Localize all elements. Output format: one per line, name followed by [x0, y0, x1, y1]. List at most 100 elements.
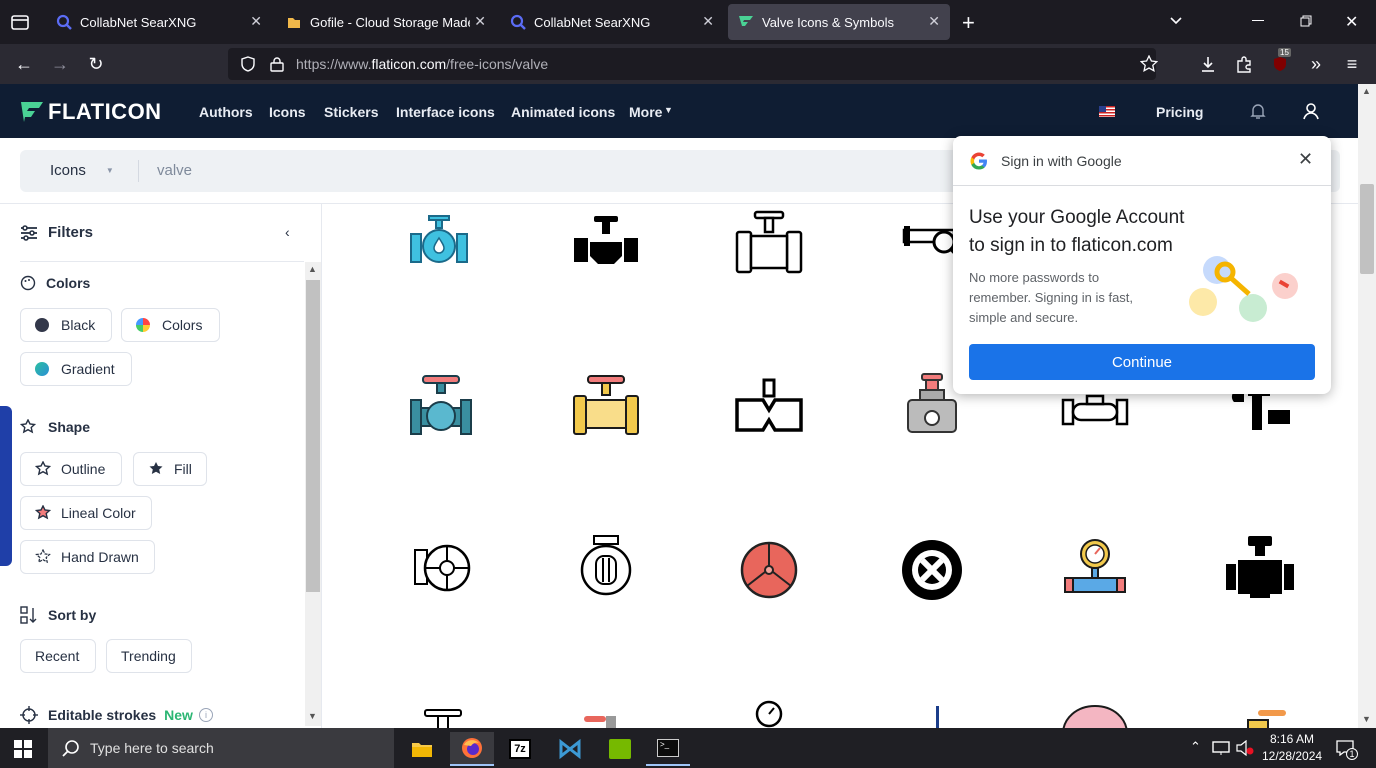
restore-icon[interactable] — [1300, 15, 1312, 30]
ublock-icon[interactable]: 15 — [1268, 48, 1292, 76]
scroll-up-icon[interactable]: ▲ — [308, 264, 317, 274]
close-window-icon[interactable]: ✕ — [1345, 12, 1358, 32]
valve-icon-result[interactable] — [403, 370, 483, 450]
tray-chevron-icon[interactable]: ⌃ — [1190, 739, 1201, 755]
address-bar[interactable]: https://www.flaticon.com/free-icons/valv… — [228, 48, 1158, 80]
page-scrollbar[interactable] — [1358, 84, 1376, 728]
shape-fill-chip[interactable]: Fill — [133, 452, 207, 486]
color-black-chip[interactable]: Black — [20, 308, 112, 342]
url-path: /free-icons/valve — [446, 56, 549, 72]
info-icon[interactable]: i — [198, 708, 213, 722]
nav-more[interactable]: More — [629, 104, 662, 120]
valve-icon-result[interactable] — [1218, 694, 1298, 728]
nav-icons[interactable]: Icons — [269, 104, 306, 120]
editable-strokes-heading[interactable]: Editable strokes New i — [20, 706, 213, 724]
tab-overview-icon[interactable] — [10, 12, 30, 32]
valve-icon-result[interactable] — [403, 694, 483, 728]
scroll-down-icon[interactable]: ▼ — [308, 711, 317, 721]
overflow-chevron-icon[interactable]: » — [1304, 52, 1328, 76]
search-type-select[interactable]: Icons ▼ — [50, 162, 114, 179]
sort-recent-chip[interactable]: Recent — [20, 639, 96, 673]
valve-icon-result[interactable] — [403, 532, 483, 612]
page-scroll-up-icon[interactable]: ▲ — [1362, 86, 1371, 96]
browser-tab-1[interactable]: CollabNet SearXNG ✕ — [46, 4, 272, 40]
continue-button[interactable]: Continue — [969, 344, 1315, 380]
close-tab-icon[interactable]: ✕ — [928, 13, 940, 30]
clock[interactable]: 8:16 AM 12/28/2024 — [1262, 731, 1322, 765]
valve-icon-result[interactable] — [566, 208, 646, 288]
windows-start-icon[interactable] — [14, 740, 32, 763]
valve-icon-result[interactable] — [566, 532, 646, 612]
chevron-down-icon: ▼ — [105, 166, 114, 175]
sort-trending-chip[interactable]: Trending — [106, 639, 192, 673]
bell-icon[interactable] — [1249, 102, 1267, 125]
menu-icon[interactable]: ≡ — [1340, 52, 1364, 76]
valve-icon-result[interactable] — [892, 532, 972, 612]
tab-title: Valve Icons & Symbols — [762, 14, 894, 30]
back-icon[interactable]: ← — [12, 52, 36, 76]
download-icon[interactable] — [1196, 52, 1220, 76]
side-panel-tab[interactable] — [0, 406, 12, 566]
valve-icon-result[interactable] — [1218, 532, 1298, 612]
valve-icon-result[interactable] — [729, 694, 809, 728]
collapse-chevron-icon[interactable]: ‹ — [285, 224, 290, 240]
valve-icon-result[interactable] — [729, 208, 809, 288]
list-tabs-icon[interactable] — [1168, 12, 1184, 31]
flaticon-logo[interactable]: FLATICON — [20, 99, 162, 125]
lock-icon — [270, 57, 284, 72]
color-gradient-chip[interactable]: Gradient — [20, 352, 132, 386]
search-input[interactable]: valve — [157, 162, 192, 179]
nav-pricing[interactable]: Pricing — [1156, 104, 1203, 120]
page-scroll-down-icon[interactable]: ▼ — [1362, 714, 1371, 724]
taskbar-search[interactable]: Type here to search — [48, 728, 394, 768]
close-icon[interactable]: ✕ — [1298, 149, 1313, 170]
color-colors-chip[interactable]: Colors — [121, 308, 220, 342]
sidebar-scroll-thumb[interactable] — [306, 280, 320, 592]
us-flag-icon[interactable] — [1099, 106, 1115, 117]
file-explorer-icon[interactable] — [400, 732, 444, 766]
chip-label: Lineal Color — [61, 505, 136, 521]
vscode-icon[interactable] — [548, 732, 592, 766]
valve-icon-result[interactable] — [566, 370, 646, 450]
gradient-swatch-icon — [35, 362, 49, 376]
terminal-icon[interactable]: >_ — [646, 732, 690, 766]
bookmark-star-icon[interactable] — [1140, 55, 1158, 73]
user-icon[interactable] — [1302, 102, 1320, 125]
network-icon[interactable] — [1212, 740, 1230, 761]
valve-icon-result[interactable] — [729, 532, 809, 612]
valve-icon-result[interactable] — [892, 694, 972, 728]
7zip-icon[interactable]: 7z — [498, 732, 542, 766]
shape-outline-chip[interactable]: Outline — [20, 452, 122, 486]
shape-lineal-color-chip[interactable]: Lineal Color — [20, 496, 152, 530]
valve-icon-result[interactable] — [1055, 694, 1135, 728]
new-tab-icon[interactable]: + — [962, 10, 975, 36]
volume-muted-icon[interactable] — [1236, 739, 1254, 761]
valve-icon-result[interactable] — [566, 694, 646, 728]
shape-hand-drawn-chip[interactable]: Hand Drawn — [20, 540, 155, 574]
flaticon-logo-icon — [21, 102, 43, 122]
nav-animated-icons[interactable]: Animated icons — [511, 104, 615, 120]
minimize-icon[interactable] — [1252, 20, 1264, 21]
search-icon — [510, 14, 526, 30]
nvidia-icon[interactable] — [598, 732, 642, 766]
firefox-icon[interactable] — [450, 732, 494, 766]
close-tab-icon[interactable]: ✕ — [702, 13, 714, 30]
site-header: FLATICON Authors Icons Stickers Interfac… — [0, 84, 1358, 138]
browser-tab-3[interactable]: CollabNet SearXNG ✕ — [500, 4, 724, 40]
notifications-icon[interactable]: 1 — [1336, 740, 1358, 761]
valve-icon-result[interactable] — [1055, 532, 1135, 612]
close-tab-icon[interactable]: ✕ — [474, 13, 486, 30]
popup-body: No more passwords to remember. Signing i… — [969, 268, 1133, 328]
nav-authors[interactable]: Authors — [199, 104, 253, 120]
valve-icon-result[interactable] — [403, 208, 483, 288]
extensions-icon[interactable] — [1232, 52, 1256, 76]
valve-icon-result[interactable] — [729, 370, 809, 450]
browser-tab-2[interactable]: Gofile - Cloud Storage Made Si ✕ — [276, 4, 496, 40]
nav-interface-icons[interactable]: Interface icons — [396, 104, 495, 120]
browser-tab-4[interactable]: Valve Icons & Symbols ✕ — [728, 4, 950, 40]
forward-icon[interactable]: → — [48, 52, 72, 76]
page-scroll-thumb[interactable] — [1360, 184, 1374, 274]
close-tab-icon[interactable]: ✕ — [250, 13, 262, 30]
reload-icon[interactable]: ↻ — [84, 52, 108, 76]
nav-stickers[interactable]: Stickers — [324, 104, 378, 120]
